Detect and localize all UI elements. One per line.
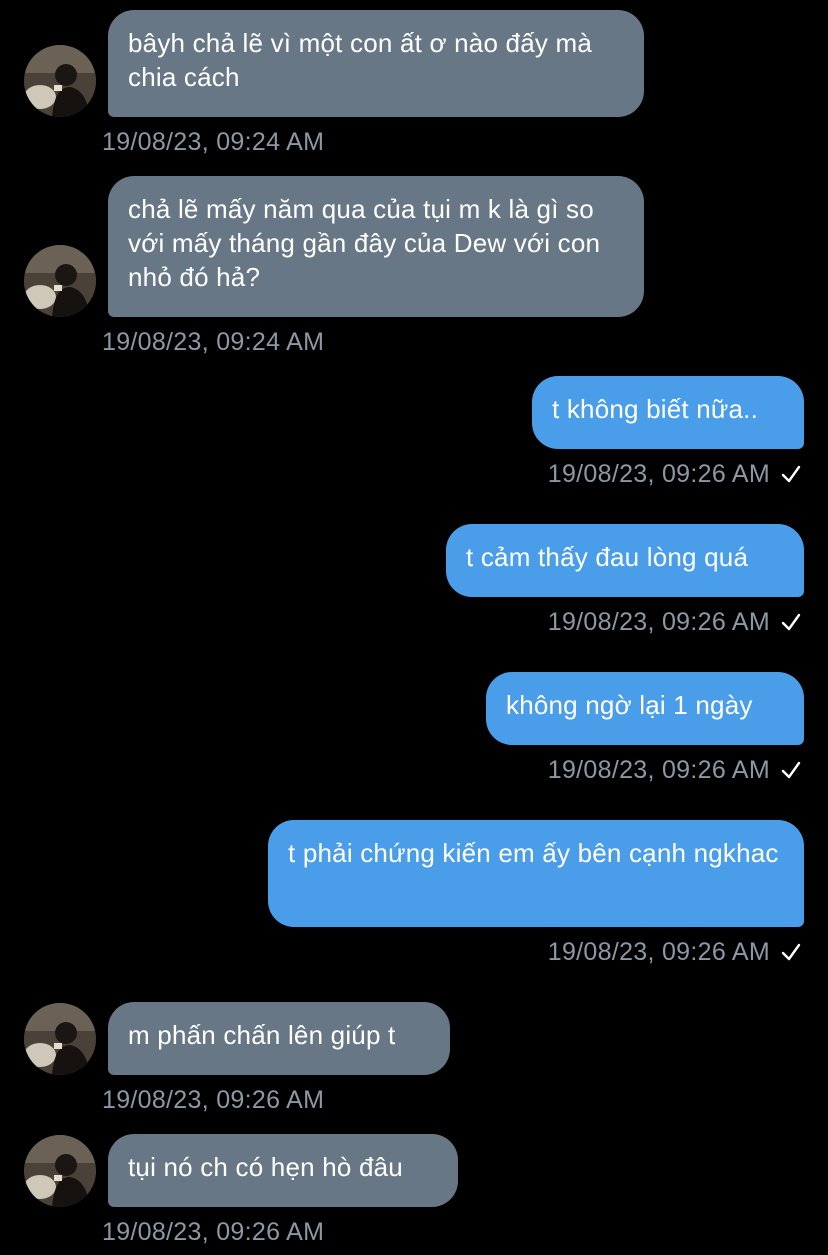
message-timestamp: 19/08/23, 09:26 AM xyxy=(547,608,770,636)
message-bubble-outgoing[interactable]: t cảm thấy đau lòng quá xyxy=(446,524,804,597)
message-timestamp-row: 19/08/23, 09:26 AM xyxy=(548,755,802,785)
message-text: t không biết nữa.. xyxy=(552,394,759,424)
contact-avatar[interactable] xyxy=(24,45,96,117)
message-bubble-outgoing[interactable]: không ngờ lại 1 ngày xyxy=(486,672,804,745)
message-text: t cảm thấy đau lòng quá xyxy=(466,542,749,572)
message-text: chả lẽ mấy năm qua của tụi m k là gì so … xyxy=(128,194,601,292)
message-timestamp: 19/08/23, 09:24 AM xyxy=(102,328,325,356)
message-timestamp: 19/08/23, 09:26 AM xyxy=(547,938,770,966)
message-timestamp-row: 19/08/23, 09:26 AM xyxy=(548,937,802,967)
avatar-photo-icon xyxy=(24,45,96,117)
read-check-icon xyxy=(780,611,802,633)
message-timestamp-row: 19/08/23, 09:26 AM xyxy=(548,459,802,489)
read-check-icon xyxy=(780,759,802,781)
avatar-photo-icon xyxy=(24,245,96,317)
avatar-photo-icon xyxy=(24,1135,96,1207)
message-bubble-incoming[interactable]: tụi nó ch có hẹn hò đâu xyxy=(108,1134,458,1207)
message-bubble-incoming[interactable]: bâyh chả lẽ vì một con ất ơ nào đấy mà c… xyxy=(108,10,644,117)
contact-avatar[interactable] xyxy=(24,245,96,317)
message-text: bâyh chả lẽ vì một con ất ơ nào đấy mà c… xyxy=(128,28,593,92)
read-check-icon xyxy=(780,941,802,963)
message-bubble-outgoing[interactable]: t không biết nữa.. xyxy=(532,376,804,449)
message-text: t phải chứng kiến em ấy bên cạnh ngkhac xyxy=(288,838,779,868)
contact-avatar[interactable] xyxy=(24,1135,96,1207)
message-timestamp: 19/08/23, 09:26 AM xyxy=(547,460,770,488)
contact-avatar[interactable] xyxy=(24,1003,96,1075)
message-text: m phấn chấn lên giúp t xyxy=(128,1020,396,1050)
read-check-icon xyxy=(780,463,802,485)
message-timestamp: 19/08/23, 09:24 AM xyxy=(102,128,325,156)
message-bubble-outgoing[interactable]: t phải chứng kiến em ấy bên cạnh ngkhac xyxy=(268,820,804,927)
message-text: tụi nó ch có hẹn hò đâu xyxy=(128,1152,403,1182)
message-timestamp-row: 19/08/23, 09:26 AM xyxy=(548,607,802,637)
message-timestamp: 19/08/23, 09:26 AM xyxy=(547,756,770,784)
message-bubble-incoming[interactable]: chả lẽ mấy năm qua của tụi m k là gì so … xyxy=(108,176,644,317)
message-bubble-incoming[interactable]: m phấn chấn lên giúp t xyxy=(108,1002,450,1075)
message-timestamp: 19/08/23, 09:26 AM xyxy=(102,1218,325,1246)
message-timestamp: 19/08/23, 09:26 AM xyxy=(102,1086,325,1114)
message-text: không ngờ lại 1 ngày xyxy=(506,690,753,720)
avatar-photo-icon xyxy=(24,1003,96,1075)
